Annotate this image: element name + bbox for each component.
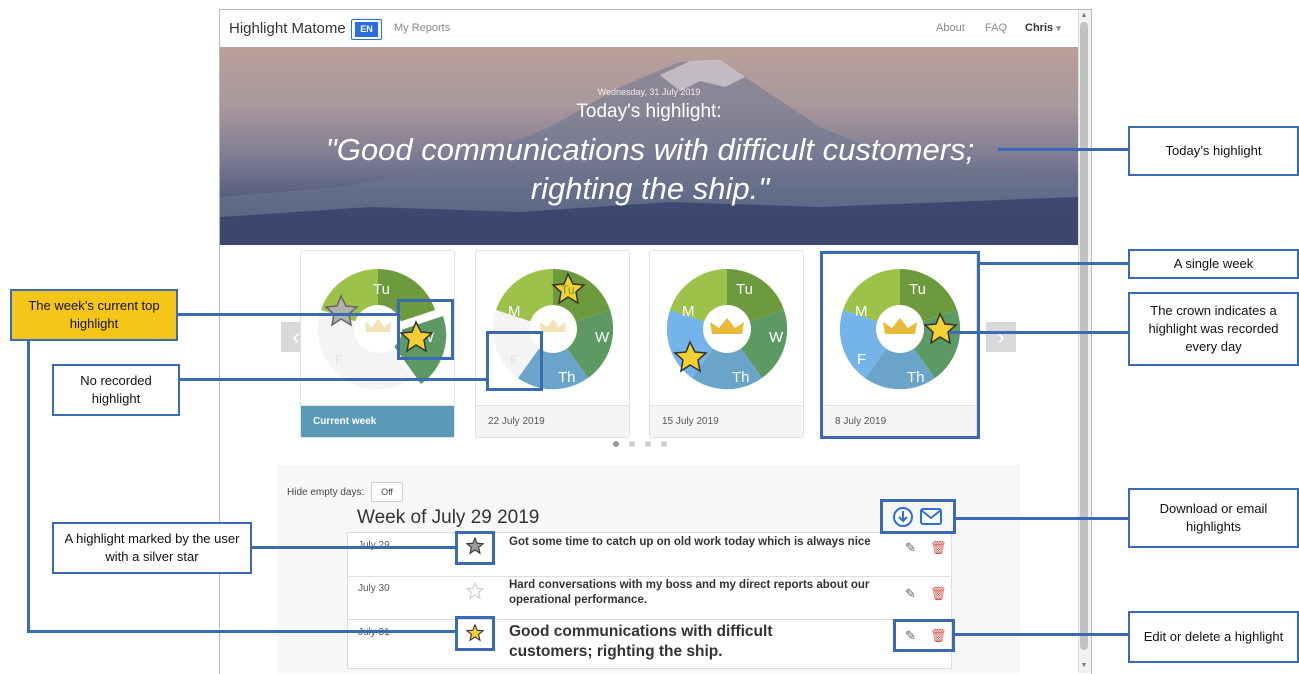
day-label-w: W <box>769 329 784 346</box>
callout-download-email: Download or email highlights <box>1128 488 1299 548</box>
annotation-line <box>252 546 456 549</box>
trash-icon[interactable]: 🗑 <box>930 540 947 556</box>
carousel-next[interactable]: › <box>986 322 1016 352</box>
callout-single-week: A single week <box>1128 249 1299 279</box>
language-toggle[interactable]: EN <box>351 19 382 40</box>
callout-crown: The crown indicates a highlight was reco… <box>1128 292 1299 366</box>
highlight-box-edit <box>893 619 955 652</box>
annotation-line <box>955 633 1129 636</box>
edit-icon[interactable]: ✎ <box>905 540 916 556</box>
day-label-tu: Tu <box>736 281 753 298</box>
callout-current-top: The week’s current top highlight <box>10 289 178 341</box>
hero-title: Today's highlight: <box>576 101 722 122</box>
carousel-dot[interactable] <box>613 441 619 447</box>
scrollbar-thumb[interactable] <box>1080 22 1088 650</box>
day-label-th: Th <box>558 369 576 386</box>
week-title: Week of July 29 2019 <box>357 507 540 528</box>
highlight-box-gold <box>455 616 495 651</box>
day-label-th: Th <box>732 369 750 386</box>
week-card-label: Current week <box>301 405 454 437</box>
scroll-up-icon[interactable]: ▲ <box>1080 11 1088 21</box>
week-card[interactable]: Tu M W Th 15 July 2019 <box>649 250 804 438</box>
annotation-line <box>980 262 1128 265</box>
chevron-down-icon: ▾ <box>1056 23 1061 33</box>
nav-about[interactable]: About <box>936 22 965 34</box>
day-label-m: M <box>508 303 521 320</box>
row-text: Good communications with difficult custo… <box>509 623 773 660</box>
annotation-line <box>180 378 488 381</box>
nav-faq[interactable]: FAQ <box>985 22 1007 34</box>
day-label-tu: Tu <box>373 281 390 298</box>
week-card-label: 22 July 2019 <box>476 405 629 437</box>
hide-empty-label: Hide empty days: <box>287 487 365 498</box>
hide-empty-toggle[interactable]: Off <box>371 482 403 502</box>
carousel-dot[interactable] <box>629 441 635 447</box>
callout-todays-highlight: Today’s highlight <box>1128 126 1299 176</box>
annotation-line <box>27 340 30 632</box>
highlight-box-week <box>820 251 980 439</box>
hero-quote: "Good communications with difficult cust… <box>325 132 975 206</box>
week-card-label: 15 July 2019 <box>650 405 803 437</box>
carousel-dot[interactable] <box>645 441 651 447</box>
highlight-box-silver <box>455 531 495 565</box>
hero-date: Wednesday, 31 July 2019 <box>597 87 701 97</box>
carousel-dot[interactable] <box>661 441 667 447</box>
user-name: Chris <box>1025 22 1054 34</box>
user-menu[interactable]: Chris ▾ <box>1025 22 1061 34</box>
brand-title[interactable]: Highlight Matome <box>229 20 346 37</box>
day-label-w: W <box>595 329 610 346</box>
chevron-right-icon: › <box>997 324 1005 349</box>
edit-icon[interactable]: ✎ <box>905 586 916 602</box>
annotation-line <box>27 630 456 633</box>
callout-no-recorded: No recorded highlight <box>52 364 180 416</box>
row-text: Hard conversations with my boss and my d… <box>509 579 870 606</box>
annotation-line <box>998 148 1129 151</box>
callout-silver-star: A highlight marked by the user with a si… <box>52 522 252 574</box>
week-wheel: Tu M W Th <box>666 268 788 390</box>
highlight-box-empty <box>486 331 543 391</box>
callout-edit-delete: Edit or delete a highlight <box>1128 611 1299 663</box>
trash-icon[interactable]: 🗑 <box>930 586 947 602</box>
highlight-box-top <box>397 299 454 360</box>
language-label: EN <box>355 22 378 37</box>
chevron-left-icon: ‹ <box>292 324 300 349</box>
annotation-line <box>955 517 1129 520</box>
day-label-f: F <box>335 352 343 367</box>
scroll-down-icon[interactable]: ▼ <box>1080 661 1088 671</box>
nav-my-reports[interactable]: My Reports <box>394 22 450 34</box>
annotation-line <box>950 331 1130 334</box>
highlight-box-export <box>880 499 956 534</box>
star-icon[interactable] <box>466 582 484 600</box>
row-text: Got some time to catch up on old work to… <box>509 536 871 548</box>
annotation-line <box>178 313 398 316</box>
day-label-tu: Tu <box>561 283 575 297</box>
row-date: July 30 <box>358 583 390 594</box>
day-label-m: M <box>682 303 695 320</box>
